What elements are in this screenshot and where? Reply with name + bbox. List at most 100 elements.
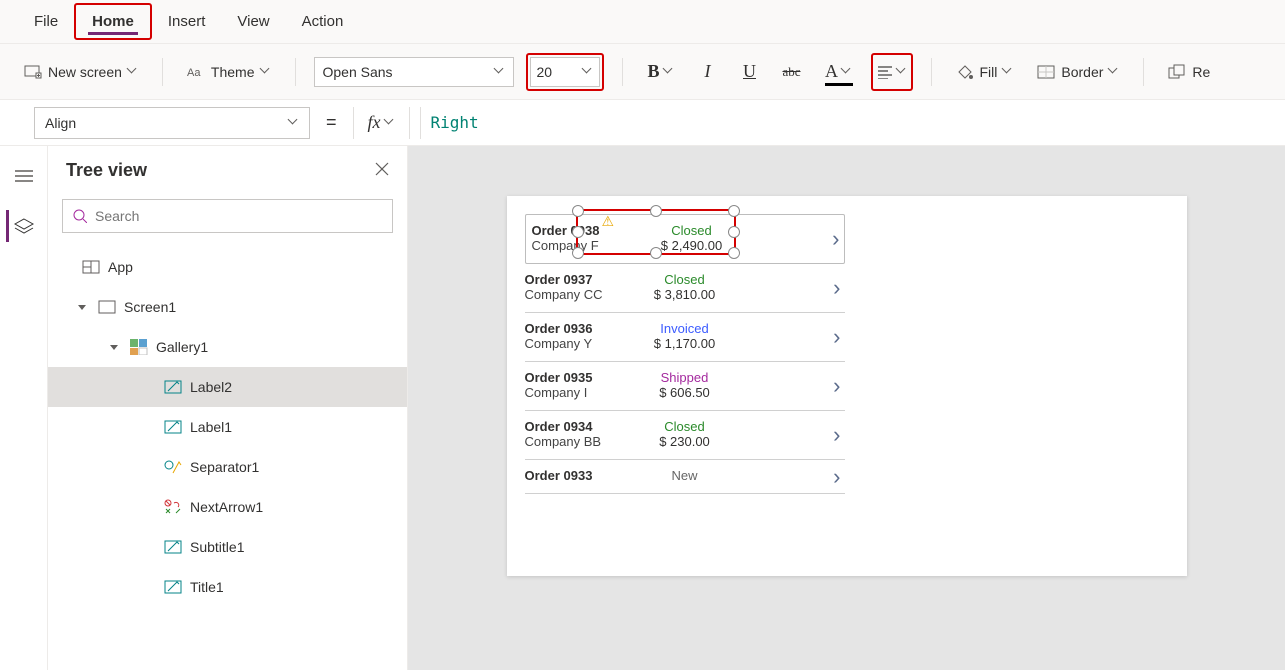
- theme-button[interactable]: Aa Theme: [181, 59, 277, 85]
- close-icon: [375, 162, 389, 176]
- chevron-right-icon[interactable]: ›: [833, 373, 840, 399]
- screen-icon: [98, 298, 116, 316]
- font-color-button[interactable]: A: [819, 57, 859, 87]
- italic-button[interactable]: I: [693, 57, 723, 87]
- chevron-down-icon: [664, 67, 674, 77]
- chevron-down-icon: [261, 67, 271, 77]
- chevron-right-icon[interactable]: ›: [833, 464, 840, 490]
- tree-node-label: Gallery1: [156, 339, 208, 355]
- expander-icon[interactable]: [110, 345, 122, 350]
- treeview-search[interactable]: [62, 199, 393, 233]
- company-label: Company CC: [525, 287, 635, 302]
- layers-icon: [14, 218, 34, 234]
- label-icon: [164, 538, 182, 556]
- order-title: Order 0935: [525, 370, 635, 385]
- treeview-panel: Tree view App Screen1 Gallery1 Label2 Label1…: [48, 146, 408, 670]
- menu-insert[interactable]: Insert: [152, 5, 222, 38]
- menu-action[interactable]: Action: [286, 5, 360, 38]
- company-label: Company I: [525, 385, 635, 400]
- separator-icon: [164, 458, 182, 476]
- chevron-right-icon[interactable]: ›: [833, 324, 840, 350]
- text-align-button[interactable]: [875, 57, 909, 87]
- gallery-row[interactable]: Order 0936Company YInvoiced$ 1,170.00›: [525, 313, 845, 362]
- underline-button[interactable]: U: [735, 57, 765, 87]
- chevron-down-icon: [128, 67, 138, 77]
- tree-node-label: Label2: [190, 379, 232, 395]
- gallery-row[interactable]: Order 0937Company CCClosed$ 3,810.00 ›: [525, 264, 845, 313]
- reorder-icon: [1168, 63, 1186, 81]
- tree-node-title1[interactable]: Title1: [48, 567, 407, 607]
- canvas[interactable]: Order 0938Company FClosed$ 2,490.00›⚠Ord…: [408, 146, 1285, 670]
- gallery-icon: [130, 338, 148, 356]
- close-button[interactable]: [375, 160, 389, 181]
- fx-button[interactable]: fx: [364, 112, 399, 133]
- gallery-preview[interactable]: Order 0938Company FClosed$ 2,490.00›⚠Ord…: [525, 214, 845, 494]
- tree-node-label1[interactable]: Label1: [48, 407, 407, 447]
- tree-node-separator1[interactable]: Separator1: [48, 447, 407, 487]
- chevron-down-icon: [842, 67, 852, 77]
- font-size-value: 20: [537, 64, 553, 80]
- status-label: Closed: [635, 272, 735, 287]
- tree-node-label2[interactable]: Label2: [48, 367, 407, 407]
- expander-icon[interactable]: [78, 305, 90, 310]
- chevron-right-icon[interactable]: ›: [832, 226, 839, 252]
- bold-button[interactable]: B: [641, 57, 681, 87]
- order-title: Order 0933: [525, 468, 635, 483]
- border-icon: [1037, 63, 1055, 81]
- gallery-row[interactable]: Order 0938Company FClosed$ 2,490.00›⚠: [525, 214, 845, 264]
- order-title: Order 0936: [525, 321, 635, 336]
- price-label: $ 3,810.00: [635, 287, 735, 302]
- company-label: Company F: [532, 238, 642, 253]
- gallery-row[interactable]: Order 0935Company IShipped$ 606.50 ›: [525, 362, 845, 411]
- border-button[interactable]: Border: [1031, 59, 1125, 85]
- tree-node-label: Separator1: [190, 459, 259, 475]
- tree-node-subtitle1[interactable]: Subtitle1: [48, 527, 407, 567]
- font-size-select[interactable]: 20: [530, 57, 600, 87]
- company-label: Company BB: [525, 434, 635, 449]
- tree-node-label: Screen1: [124, 299, 176, 315]
- new-screen-icon: [24, 63, 42, 81]
- status-label: Shipped: [635, 370, 735, 385]
- tree-node-screen1[interactable]: Screen1: [48, 287, 407, 327]
- treeview-search-input[interactable]: [95, 208, 382, 224]
- chevron-down-icon: [583, 67, 593, 77]
- menu-view[interactable]: View: [221, 5, 285, 38]
- chevron-down-icon: [897, 67, 907, 77]
- tree-node-gallery1[interactable]: Gallery1: [48, 327, 407, 367]
- equals-label: =: [320, 112, 343, 133]
- treeview-tool[interactable]: [6, 210, 38, 242]
- ribbon: New screen Aa Theme Open Sans 20 B I U a…: [0, 44, 1285, 100]
- theme-label: Theme: [211, 64, 255, 80]
- new-screen-button[interactable]: New screen: [18, 59, 144, 85]
- chevron-down-icon: [1109, 67, 1119, 77]
- chevron-right-icon[interactable]: ›: [833, 275, 840, 301]
- chevron-right-icon[interactable]: ›: [833, 422, 840, 448]
- fill-button[interactable]: Fill: [950, 59, 1020, 85]
- fx-icon: fx: [368, 112, 381, 133]
- chevron-down-icon: [289, 118, 299, 128]
- search-icon: [73, 209, 87, 223]
- reorder-button[interactable]: Re: [1162, 59, 1216, 85]
- treeview-title: Tree view: [66, 160, 147, 181]
- property-select[interactable]: Align: [34, 107, 310, 139]
- tree-node-label: Subtitle1: [190, 539, 244, 555]
- font-family-select[interactable]: Open Sans: [314, 57, 514, 87]
- formula-bar: Align = fx Right: [0, 100, 1285, 146]
- app-icon: [82, 258, 100, 276]
- price-label: $ 606.50: [635, 385, 735, 400]
- tree-node-nextarrow1[interactable]: NextArrow1: [48, 487, 407, 527]
- menu-file[interactable]: File: [18, 5, 74, 38]
- status-label: Closed: [635, 419, 735, 434]
- formula-input[interactable]: Right: [420, 107, 1267, 139]
- gallery-row[interactable]: Order 0933New›: [525, 460, 845, 494]
- theme-icon: Aa: [187, 63, 205, 81]
- order-title: Order 0937: [525, 272, 635, 287]
- gallery-row[interactable]: Order 0934Company BBClosed$ 230.00›: [525, 411, 845, 460]
- tree-node-app[interactable]: App: [48, 247, 407, 287]
- label-icon: [164, 378, 182, 396]
- hamburger-button[interactable]: [8, 160, 40, 192]
- price-label: $ 1,170.00: [635, 336, 735, 351]
- screen-preview[interactable]: Order 0938Company FClosed$ 2,490.00›⚠Ord…: [507, 196, 1187, 576]
- strike-button[interactable]: abc: [777, 57, 807, 87]
- menu-home[interactable]: Home: [74, 3, 152, 40]
